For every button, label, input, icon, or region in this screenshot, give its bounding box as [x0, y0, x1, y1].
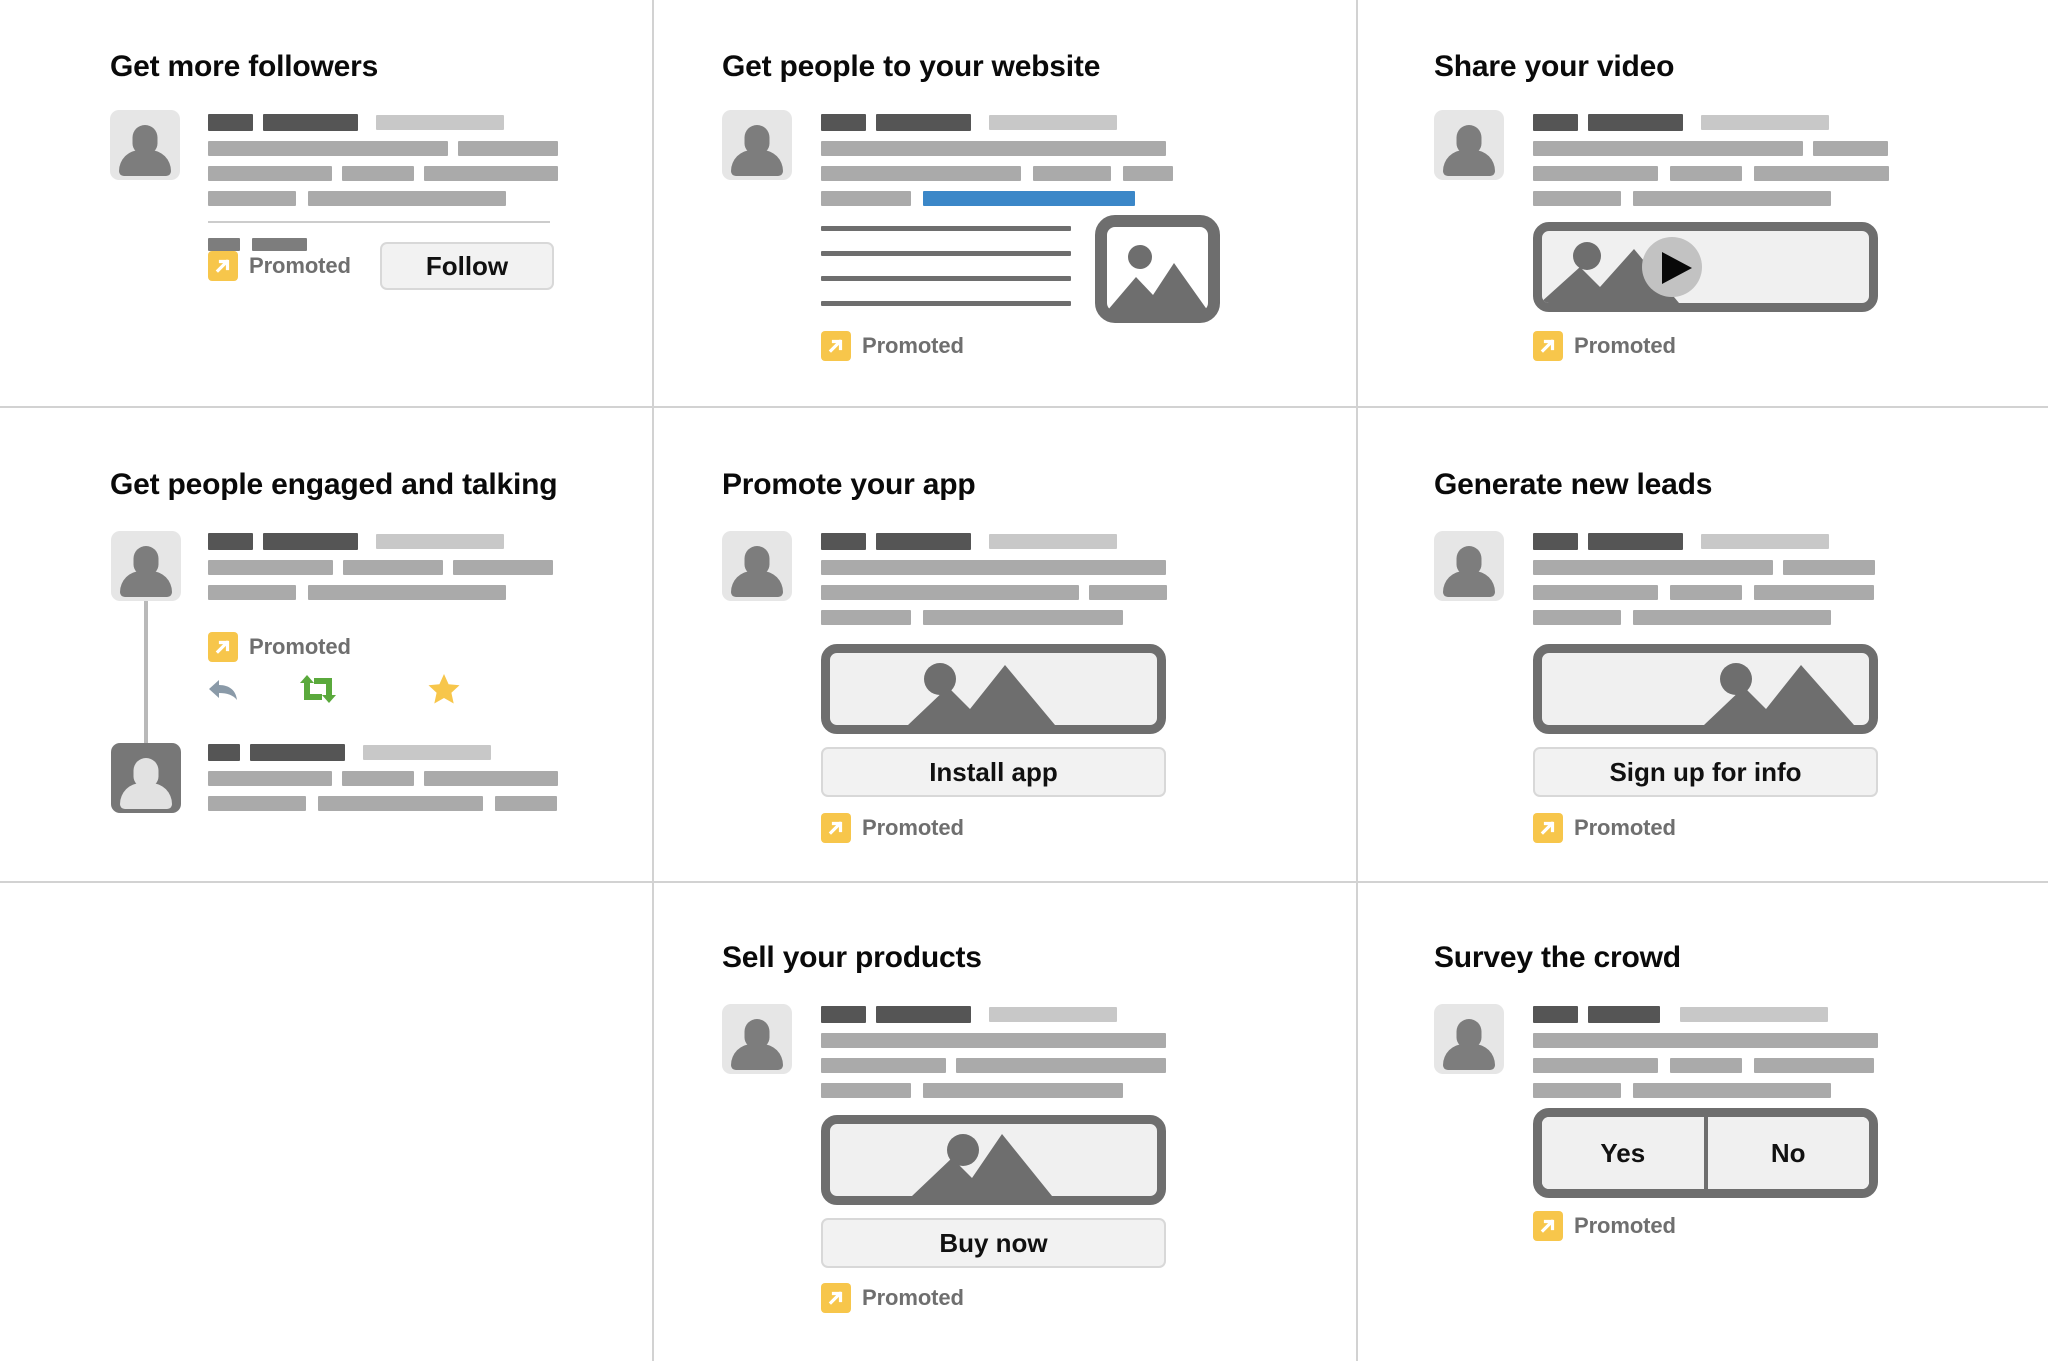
tweet-skeleton — [821, 1006, 1191, 1098]
tweet-skeleton — [208, 533, 558, 600]
promoted-badge: Promoted — [821, 813, 964, 843]
panel-empty — [0, 883, 654, 1361]
avatar-body — [120, 571, 172, 597]
avatar-body — [1443, 1044, 1495, 1070]
sign-up-for-info-button[interactable]: Sign up for info — [1533, 747, 1878, 797]
promoted-badge: Promoted — [208, 251, 351, 281]
promoted-label: Promoted — [862, 815, 964, 840]
avatar-body — [1443, 150, 1495, 176]
promoted-badge: Promoted — [821, 1283, 964, 1313]
promoted-arrow-icon — [821, 1283, 851, 1313]
avatar-body — [731, 571, 783, 597]
page-title: Survey the crowd — [1434, 941, 1681, 974]
promoted-arrow-icon — [1533, 331, 1563, 361]
tweet-skeleton — [821, 114, 1191, 206]
promoted-arrow-icon — [821, 813, 851, 843]
page-title: Sell your products — [722, 941, 982, 974]
promoted-arrow-icon — [1533, 813, 1563, 843]
video-card[interactable] — [1533, 222, 1878, 312]
reply-icon[interactable] — [205, 674, 251, 709]
promoted-badge: Promoted — [821, 331, 964, 361]
promoted-label: Promoted — [1574, 815, 1676, 840]
promoted-arrow-icon — [208, 251, 238, 281]
avatar-reply — [111, 743, 181, 813]
follow-button[interactable]: Follow — [380, 242, 554, 290]
star-icon[interactable] — [427, 673, 461, 710]
promoted-badge: Promoted — [1533, 1211, 1676, 1241]
panel-promote-your-app: Promote your app Install app Promoted — [654, 408, 1358, 883]
page-title: Promote your app — [722, 468, 976, 501]
product-image-card[interactable] — [821, 1115, 1166, 1205]
avatar — [1434, 110, 1504, 180]
avatar — [1434, 531, 1504, 601]
page-title: Get more followers — [110, 50, 379, 83]
avatar — [722, 110, 792, 180]
promoted-arrow-icon — [821, 331, 851, 361]
promoted-label: Promoted — [249, 253, 351, 278]
page-title: Share your video — [1434, 50, 1675, 83]
promoted-label: Promoted — [862, 333, 964, 358]
survey-no-button[interactable]: No — [1707, 1117, 1869, 1189]
panel-get-more-followers: Get more followers Promoted Follow — [0, 0, 654, 408]
survey-yes-button[interactable]: Yes — [1542, 1117, 1708, 1189]
panel-share-your-video: Share your video Promoted — [1358, 0, 2048, 408]
promoted-arrow-icon — [208, 632, 238, 662]
avatar — [111, 531, 181, 601]
avatar — [722, 1004, 792, 1074]
avatar-body — [1443, 571, 1495, 597]
panel-generate-new-leads: Generate new leads Sign up for info Prom… — [1358, 408, 2048, 883]
avatar-body — [120, 783, 172, 809]
avatar — [110, 110, 180, 180]
link-bar[interactable] — [923, 191, 1135, 206]
tweet-skeleton — [208, 114, 558, 251]
tweet-actions — [205, 673, 461, 710]
avatar-body — [119, 150, 171, 176]
page-title: Get people engaged and talking — [110, 468, 558, 501]
avatar — [1434, 1004, 1504, 1074]
avatar-body — [731, 150, 783, 176]
tweet-skeleton — [1533, 533, 1903, 625]
panel-get-people-to-your-website: Get people to your website Promoted — [654, 0, 1358, 408]
promoted-label: Promoted — [1574, 333, 1676, 358]
panel-survey-the-crowd: Survey the crowd Yes No Promoted — [1358, 883, 2048, 1361]
thread-connector — [144, 588, 148, 748]
tweet-skeleton-reply — [208, 744, 558, 811]
tweet-skeleton — [821, 533, 1191, 625]
survey-options: Yes No — [1533, 1108, 1878, 1198]
photo-icon — [1095, 215, 1220, 328]
panel-grid: Get more followers Promoted Follow Get p… — [0, 0, 2048, 1361]
divider — [208, 221, 550, 223]
lead-image-card[interactable] — [1533, 644, 1878, 734]
panel-get-people-engaged-and-talking: Get people engaged and talking Promoted — [0, 408, 654, 883]
retweet-icon[interactable] — [297, 674, 387, 709]
promoted-arrow-icon — [1533, 1211, 1563, 1241]
tweet-skeleton — [1533, 1006, 1903, 1098]
avatar — [722, 531, 792, 601]
promoted-label: Promoted — [1574, 1213, 1676, 1238]
buy-now-button[interactable]: Buy now — [821, 1218, 1166, 1268]
promoted-badge: Promoted — [208, 632, 351, 662]
page-title: Get people to your website — [722, 50, 1101, 83]
app-image-card[interactable] — [821, 644, 1166, 734]
body-lines — [821, 226, 1071, 306]
panel-sell-your-products: Sell your products Buy now Promoted — [654, 883, 1358, 1361]
tweet-skeleton — [1533, 114, 1903, 206]
promoted-label: Promoted — [249, 634, 351, 659]
promoted-badge: Promoted — [1533, 331, 1676, 361]
promoted-label: Promoted — [862, 1285, 964, 1310]
avatar-body — [731, 1044, 783, 1070]
promoted-badge: Promoted — [1533, 813, 1676, 843]
install-app-button[interactable]: Install app — [821, 747, 1166, 797]
page-title: Generate new leads — [1434, 468, 1713, 501]
